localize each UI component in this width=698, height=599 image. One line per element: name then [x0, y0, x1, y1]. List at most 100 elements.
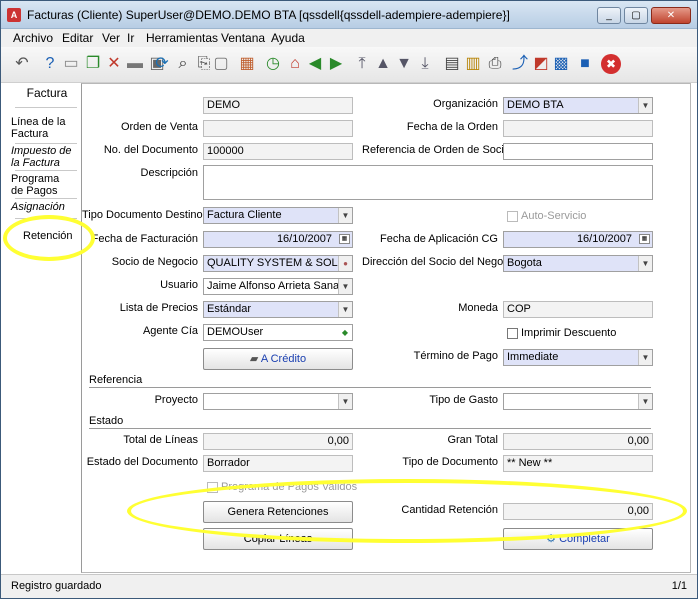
cantidad-retencion-field[interactable]: 0,00 [503, 503, 653, 520]
imprimir-descuento-checkbox[interactable] [507, 328, 518, 339]
fecha-aplicacion-field[interactable]: 16/10/2007 ▦ [503, 231, 653, 248]
genera-retenciones-button[interactable]: Genera Retenciones [203, 501, 353, 523]
archive-icon[interactable]: ▥ [463, 54, 483, 74]
print-icon[interactable]: ⎙ [485, 54, 505, 74]
lista-precios-field[interactable]: Estándar ▼ [203, 301, 353, 318]
history-icon[interactable]: ◷ [263, 54, 283, 74]
grid-toggle-icon[interactable]: ▦ [237, 54, 257, 74]
gran-total-field[interactable]: 0,00 [503, 433, 653, 450]
agente-cia-field[interactable]: DEMOUser ◆ [203, 324, 353, 341]
menu-ventana[interactable]: Ventana [221, 31, 265, 45]
chevron-down-icon[interactable]: ▼ [338, 279, 352, 294]
tab-linea-factura[interactable]: Línea de la Factura [11, 116, 73, 140]
request-icon[interactable]: ◩ [531, 54, 551, 74]
usuario-field[interactable]: Jaime Alfonso Arrieta Sana... ▼ [203, 278, 353, 295]
direccion-socio-field[interactable]: Bogota ▼ [503, 255, 653, 272]
tab-factura[interactable]: Factura [7, 87, 87, 99]
chevron-down-icon[interactable]: ▼ [338, 394, 352, 409]
home-icon[interactable]: ⌂ [285, 54, 305, 74]
compania-field[interactable]: DEMO [203, 97, 353, 114]
tab-divider [15, 143, 77, 144]
tab-impuesto-factura[interactable]: Impuesto de la Factura [11, 145, 77, 169]
maximize-button[interactable]: ▢ [624, 7, 648, 24]
delete-icon[interactable]: ✕ [104, 54, 124, 74]
referencia-section-title: Referencia [89, 374, 143, 386]
tab-programa-pagos[interactable]: Programa de Pagos [11, 173, 61, 197]
last-record-icon[interactable]: ⤓ [415, 54, 435, 74]
termino-pago-field[interactable]: Immediate ▼ [503, 349, 653, 366]
refresh-icon[interactable]: ⟳ [152, 54, 172, 74]
total-lineas-field[interactable]: 0,00 [203, 433, 353, 450]
chevron-down-icon[interactable]: ▼ [638, 350, 652, 365]
auto-servicio-checkbox[interactable] [507, 211, 518, 222]
tab-divider [15, 107, 77, 108]
menu-ir[interactable]: Ir [127, 31, 134, 45]
first-record-icon[interactable]: ⤒ [352, 54, 372, 74]
no-documento-label: No. del Documento [103, 144, 198, 156]
fecha-facturacion-field[interactable]: 16/10/2007 ▦ [203, 231, 353, 248]
moneda-field[interactable]: COP [503, 301, 653, 318]
detail-icon[interactable]: ▶ [326, 54, 346, 74]
chevron-down-icon[interactable]: ▼ [338, 208, 352, 223]
estado-documento-field[interactable]: Borrador [203, 455, 353, 472]
descripcion-label: Descripción [140, 167, 198, 179]
section-divider [89, 428, 651, 429]
delete-selection-icon[interactable]: ▬ [125, 54, 145, 74]
calendar-icon[interactable]: ▦ [639, 234, 650, 244]
chevron-down-icon[interactable]: ▼ [638, 394, 652, 409]
undo-icon[interactable]: ↶ [12, 54, 32, 74]
copy-record-icon[interactable]: ❐ [83, 54, 103, 74]
proyecto-label: Proyecto [154, 394, 198, 406]
next-record-icon[interactable]: ▼ [394, 54, 414, 74]
menu-ver[interactable]: Ver [102, 31, 120, 45]
record-counter: 1/1 [671, 580, 687, 592]
chat-icon[interactable]: ▢ [211, 54, 231, 74]
new-icon[interactable]: ▭ [61, 54, 81, 74]
product-info-icon[interactable]: ▩ [551, 54, 571, 74]
lookup-icon[interactable]: ● [338, 256, 352, 271]
parent-icon[interactable]: ◀ [305, 54, 325, 74]
report-icon[interactable]: ▤ [442, 54, 462, 74]
no-documento-field[interactable]: 100000 [203, 143, 353, 160]
zoom-across-icon[interactable]: ⤴ [510, 54, 530, 74]
orden-venta-field[interactable] [203, 120, 353, 137]
exit-icon[interactable]: ✖ [601, 54, 621, 74]
fecha-orden-field[interactable] [503, 120, 653, 137]
minimize-button[interactable]: _ [597, 7, 621, 24]
chevron-down-icon[interactable]: ▼ [338, 302, 352, 317]
socio-negocio-label: Socio de Negocio [111, 256, 198, 268]
help-icon[interactable]: ? [40, 54, 60, 74]
organizacion-field[interactable]: DEMO BTA ▼ [503, 97, 653, 114]
tipo-documento-label: Tipo de Documento [402, 456, 498, 468]
tipo-doc-destino-field[interactable]: Factura Cliente ▼ [203, 207, 353, 224]
close-button[interactable]: ✕ [651, 7, 691, 24]
lookup-icon[interactable]: ◆ [338, 325, 352, 340]
descripcion-field[interactable] [203, 165, 653, 200]
tipo-documento-field[interactable]: ** New ** [503, 455, 653, 472]
tab-asignacion[interactable]: Asignación [11, 201, 81, 213]
menu-ayuda[interactable]: Ayuda [271, 31, 305, 45]
calendar-icon[interactable]: ▦ [339, 234, 350, 244]
moneda-label: Moneda [458, 302, 498, 314]
proyecto-field[interactable]: ▼ [203, 393, 353, 410]
section-divider [89, 387, 651, 388]
tipo-gasto-field[interactable]: ▼ [503, 393, 653, 410]
completar-button[interactable]: ⚙ Completar [503, 528, 653, 550]
find-icon[interactable]: ⌕ [173, 54, 193, 74]
a-credito-button[interactable]: ▰ A Crédito [203, 348, 353, 370]
socio-negocio-field[interactable]: QUALITY SYSTEM & SOLUTIO ● [203, 255, 353, 272]
previous-record-icon[interactable]: ▲ [373, 54, 393, 74]
ref-orden-socio-field[interactable] [503, 143, 653, 160]
toolbar: ↶? ▭ ❐ ✕ ▬ ▣ ⟳ ⌕ ⎘ ▢ ▦ ◷ ⌂ ◀ ▶ ⤒ ▲ ▼ ⤓ ▤ ▥ ⎙ ⤴ ◩ ▩ ■ ✖ [1, 47, 697, 83]
organizacion-label: Organización [433, 98, 498, 110]
chevron-down-icon[interactable]: ▼ [638, 256, 652, 271]
workflow-icon[interactable]: ■ [575, 54, 595, 74]
copiar-lineas-button[interactable]: Copiar Líneas [203, 528, 353, 550]
application-window: A Facturas (Cliente) SuperUser@DEMO.DEMO… [0, 0, 698, 599]
menu-editar[interactable]: Editar [62, 31, 93, 45]
chevron-down-icon[interactable]: ▼ [638, 98, 652, 113]
menu-archivo[interactable]: Archivo [13, 31, 53, 45]
menu-herramientas[interactable]: Herramientas [146, 31, 218, 45]
programa-pagos-validos-checkbox[interactable] [207, 482, 218, 493]
estado-documento-label: Estado del Documento [86, 456, 198, 468]
